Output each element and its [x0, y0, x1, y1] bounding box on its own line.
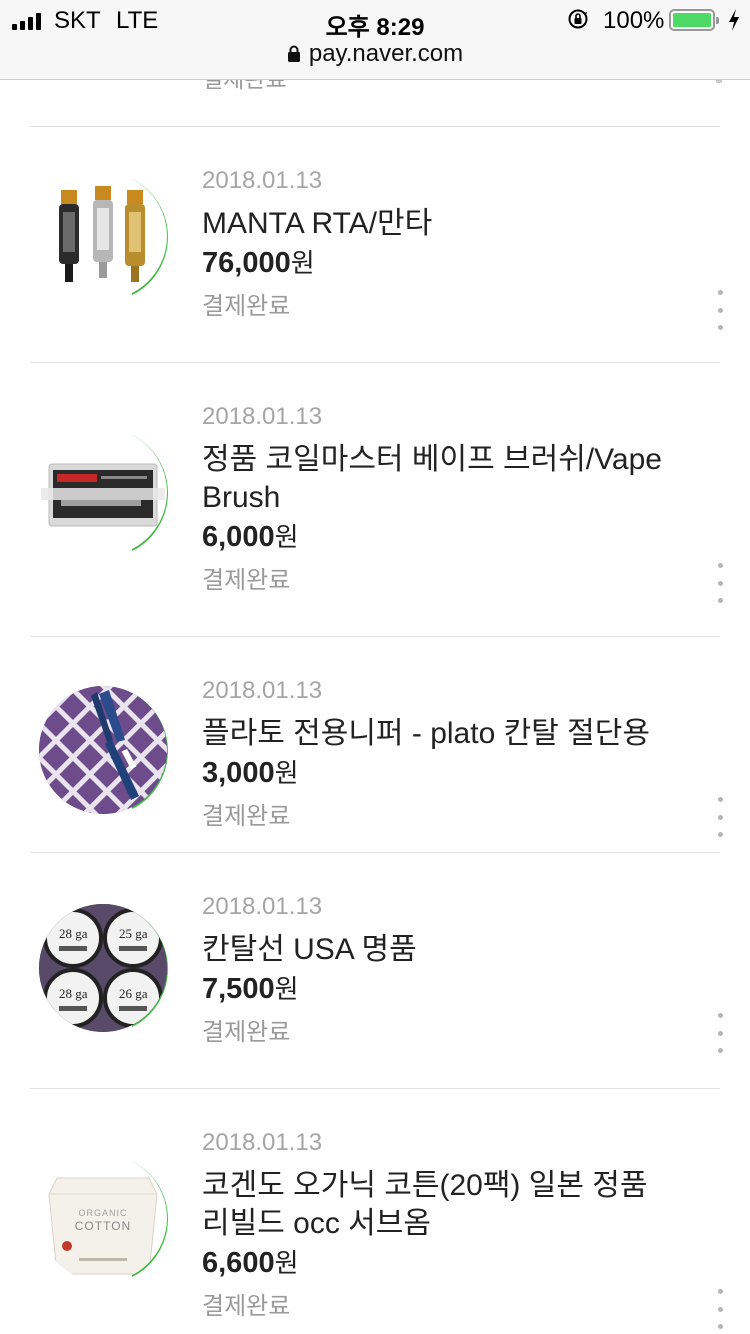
price: 6,000원: [202, 517, 682, 557]
price-amount: 6,000: [202, 521, 275, 553]
order-status: 결제완료: [202, 803, 291, 830]
rotation-lock-icon: [568, 9, 588, 29]
url-text: pay.naver.com: [308, 40, 464, 67]
padlock-icon: [287, 45, 300, 62]
product-name[interactable]: 칸탈선 USA 명품: [202, 931, 682, 969]
product-thumbnail[interactable]: ORGANIC COTTON: [36, 1151, 178, 1293]
product-name[interactable]: MANTA RTA/만타: [202, 205, 682, 243]
order-status: 결제완료: [202, 1019, 291, 1046]
order-date: 2018.01.13: [202, 893, 323, 920]
product-name[interactable]: 코겐도 오가닉 코튼(20팩) 일본 정품 리빌드 occ 서브옴: [202, 1167, 682, 1243]
svg-text:28 ga: 28 ga: [59, 986, 88, 1001]
order-status: 결제완료: [202, 567, 291, 594]
price: 6,600원: [202, 1243, 682, 1283]
divider: [30, 636, 720, 637]
more-options-button[interactable]: [711, 563, 729, 603]
price-amount: 76,000: [202, 247, 291, 279]
kanthal-wire-image: 28 ga 25 ga 28 ga 26 ga: [39, 904, 167, 1032]
product-thumbnail[interactable]: [36, 683, 178, 825]
order-date: 2018.01.13: [202, 403, 323, 430]
organic-cotton-image: ORGANIC COTTON: [48, 1177, 158, 1275]
order-date: 2018.01.13: [202, 1129, 323, 1156]
divider: [30, 126, 720, 127]
status-bar: SKT LTE 오후 8:29 100%: [0, 0, 750, 41]
divider: [30, 1088, 720, 1089]
more-options-button[interactable]: [711, 1289, 729, 1329]
svg-text:26 ga: 26 ga: [119, 986, 148, 1001]
more-options-button[interactable]: [711, 1013, 729, 1053]
product-name[interactable]: 플라토 전용니퍼 - plato 칸탈 절단용: [202, 715, 682, 753]
product-name[interactable]: 정품 코일마스터 베이프 브러쉬/Vape Brush: [202, 441, 682, 517]
charging-bolt-icon: [729, 9, 739, 31]
price-currency: 원: [274, 758, 299, 788]
battery-percent: 100%: [603, 7, 665, 34]
order-date: 2018.01.13: [202, 167, 323, 194]
svg-text:28 ga: 28 ga: [59, 926, 88, 941]
more-options-button[interactable]: [711, 290, 729, 330]
svg-text:ORGANIC: ORGANIC: [78, 1208, 127, 1218]
price-amount: 7,500: [202, 973, 275, 1005]
price-currency: 원: [274, 1248, 299, 1278]
order-status: 결제완료: [202, 293, 291, 320]
svg-text:25 ga: 25 ga: [119, 926, 148, 941]
divider: [30, 852, 720, 853]
vape-brush-image: [41, 463, 165, 527]
vape-tanks-image: [59, 186, 145, 282]
battery-icon: [669, 9, 719, 31]
product-thumbnail[interactable]: [36, 425, 178, 567]
browser-top-bar: SKT LTE 오후 8:29 100% pay.naver.com: [0, 0, 750, 80]
product-thumbnail[interactable]: 28 ga 25 ga 28 ga 26 ga: [36, 901, 178, 1043]
price-currency: 원: [274, 522, 299, 552]
svg-text:COTTON: COTTON: [75, 1219, 131, 1233]
price: 7,500원: [202, 969, 682, 1009]
order-status: 결제완료: [202, 1293, 291, 1320]
price-amount: 3,000: [202, 757, 275, 789]
order-date: 2018.01.13: [202, 677, 323, 704]
price-currency: 원: [290, 248, 315, 278]
price: 76,000원: [202, 243, 682, 283]
product-thumbnail[interactable]: [36, 169, 178, 311]
divider: [30, 362, 720, 363]
url-bar[interactable]: pay.naver.com: [0, 38, 750, 70]
price: 3,000원: [202, 753, 682, 793]
nipper-image: [39, 686, 167, 814]
price-currency: 원: [274, 974, 299, 1004]
more-options-button[interactable]: [711, 797, 729, 837]
price-amount: 6,600: [202, 1247, 275, 1279]
